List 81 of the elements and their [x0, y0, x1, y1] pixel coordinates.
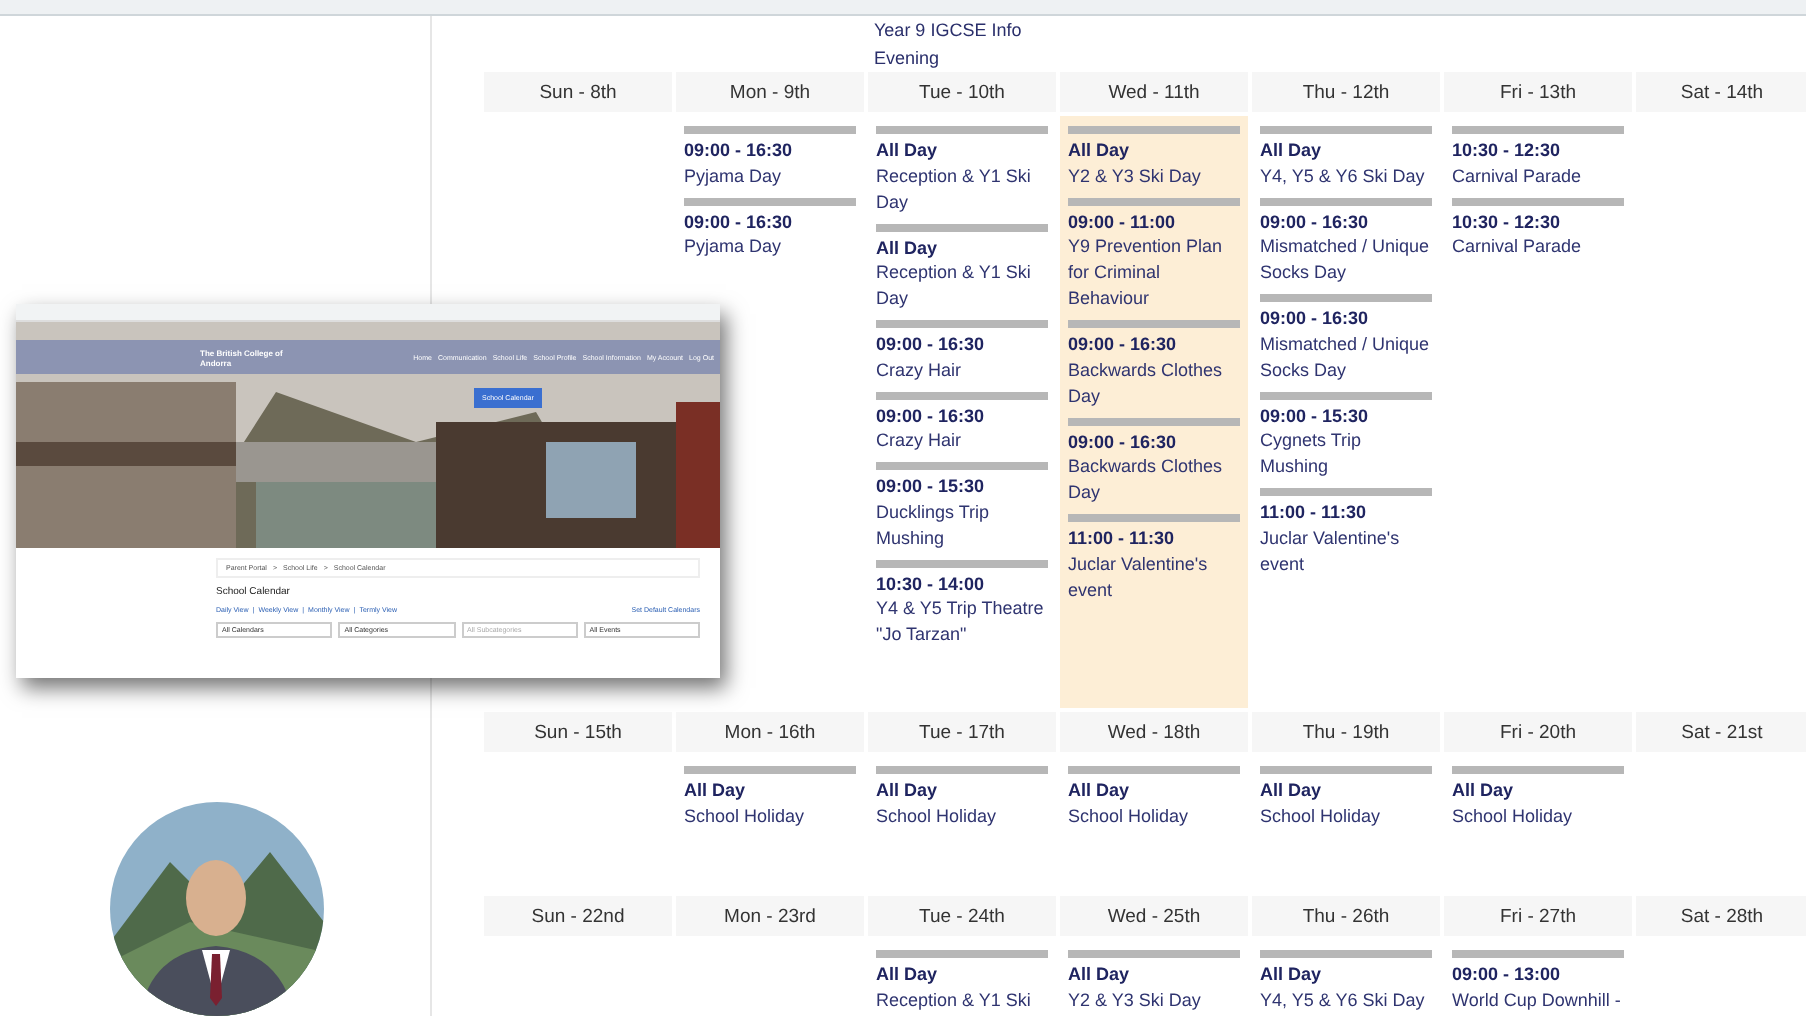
- event-title[interactable]: School Holiday: [684, 803, 856, 829]
- event-time: 11:00 - 11:30: [1260, 500, 1369, 525]
- event-title[interactable]: Mismatched / Unique Socks Day: [1260, 331, 1432, 383]
- event-title[interactable]: Reception & Y1 Ski Day: [876, 163, 1048, 215]
- day-header: Thu - 19th: [1252, 712, 1440, 752]
- day-header: Mon - 9th: [676, 72, 864, 112]
- event-time: 10:30 - 12:30: [1452, 138, 1563, 163]
- event-time: 10:30 - 14:00: [876, 571, 987, 596]
- day-header: Wed - 18th: [1060, 712, 1248, 752]
- event-time: 10:30 - 12:30: [1452, 209, 1563, 234]
- day-header: Sun - 8th: [484, 72, 672, 112]
- event-title[interactable]: School Holiday: [1452, 803, 1624, 829]
- event-title[interactable]: Y4 & Y5 Trip Theatre "Jo Tarzan": [876, 596, 1048, 648]
- day-header: Fri - 13th: [1444, 72, 1632, 112]
- event-time: All Day: [1260, 778, 1324, 803]
- event-title[interactable]: Reception & Y1 Ski Day: [876, 260, 1048, 312]
- day-header: Fri - 27th: [1444, 896, 1632, 936]
- day-header: Sat - 28th: [1636, 896, 1806, 936]
- event-time: 09:00 - 16:30: [1260, 209, 1371, 234]
- event-time: All Day: [876, 962, 940, 987]
- event-title[interactable]: Pyjama Day: [684, 234, 856, 260]
- event-title[interactable]: Y2 & Y3 Ski Day: [1068, 163, 1240, 189]
- event-title[interactable]: Evening: [874, 44, 1806, 72]
- day-header: Tue - 24th: [868, 896, 1056, 936]
- event-time: 11:00 - 11:30: [1068, 526, 1177, 551]
- event-title[interactable]: Backwards Clothes Day: [1068, 454, 1240, 506]
- event-title[interactable]: School Holiday: [876, 803, 1048, 829]
- day-header: Thu - 26th: [1252, 896, 1440, 936]
- event-title[interactable]: Crazy Hair: [876, 357, 1048, 383]
- event-title[interactable]: Y2 & Y3 Ski Day: [1068, 987, 1240, 1013]
- event-title[interactable]: World Cup Downhill -: [1452, 987, 1624, 1013]
- event-title[interactable]: Y9 Prevention Plan for Criminal Behaviour: [1068, 234, 1240, 312]
- event-time: All Day: [1068, 778, 1132, 803]
- event-time: All Day: [876, 138, 940, 163]
- event-time: All Day: [876, 778, 940, 803]
- event-title[interactable]: School Holiday: [1260, 803, 1432, 829]
- event-title[interactable]: Mismatched / Unique Socks Day: [1260, 234, 1432, 286]
- day-header: Tue - 10th: [868, 72, 1056, 112]
- event-title[interactable]: Y4, Y5 & Y6 Ski Day: [1260, 163, 1432, 189]
- event-time: 09:00 - 15:30: [1260, 403, 1371, 428]
- event-title[interactable]: Reception & Y1 Ski: [876, 987, 1048, 1013]
- event-title[interactable]: Cygnets Trip Mushing: [1260, 428, 1432, 480]
- event-time: 09:00 - 16:30: [684, 138, 795, 163]
- day-header: Wed - 11th: [1060, 72, 1248, 112]
- event-time: 09:00 - 11:00: [1068, 209, 1178, 234]
- event-title[interactable]: Year 9 IGCSE Info: [874, 16, 1806, 44]
- event-time: All Day: [1260, 138, 1324, 163]
- event-title[interactable]: Carnival Parade: [1452, 234, 1624, 260]
- day-header: Mon - 23rd: [676, 896, 864, 936]
- event-title[interactable]: Ducklings Trip Mushing: [876, 499, 1048, 551]
- event-time: All Day: [1068, 138, 1132, 163]
- event-title[interactable]: Y4, Y5 & Y6 Ski Day: [1260, 987, 1432, 1013]
- event-title[interactable]: Crazy Hair: [876, 428, 1048, 454]
- event-time: All Day: [1260, 962, 1324, 987]
- day-header: Tue - 17th: [868, 712, 1056, 752]
- event-time: All Day: [876, 235, 940, 260]
- event-title[interactable]: Juclar Valentine's event: [1260, 525, 1432, 577]
- event-time: 09:00 - 16:30: [876, 332, 987, 357]
- event-time: 09:00 - 13:00: [1452, 962, 1563, 987]
- event-title[interactable]: Juclar Valentine's event: [1068, 551, 1240, 603]
- day-header: Sun - 22nd: [484, 896, 672, 936]
- day-header: Thu - 12th: [1252, 72, 1440, 112]
- day-header: Fri - 20th: [1444, 712, 1632, 752]
- event-time: All Day: [1068, 962, 1132, 987]
- event-title[interactable]: Carnival Parade: [1452, 163, 1624, 189]
- day-header: Sat - 21st: [1636, 712, 1806, 752]
- event-time: All Day: [684, 778, 748, 803]
- event-time: 09:00 - 15:30: [876, 474, 987, 499]
- event-time: All Day: [1452, 778, 1516, 803]
- event-time: 09:00 - 16:30: [876, 403, 987, 428]
- day-header: Sat - 14th: [1636, 72, 1806, 112]
- day-header: Wed - 25th: [1060, 896, 1248, 936]
- event-time: 09:00 - 16:30: [1260, 306, 1371, 331]
- event-time: 09:00 - 16:30: [684, 209, 795, 234]
- event-title[interactable]: Pyjama Day: [684, 163, 856, 189]
- day-header: Mon - 16th: [676, 712, 864, 752]
- event-title[interactable]: Backwards Clothes Day: [1068, 357, 1240, 409]
- day-header: Sun - 15th: [484, 712, 672, 752]
- event-title[interactable]: School Holiday: [1068, 803, 1240, 829]
- event-time: 09:00 - 16:30: [1068, 332, 1179, 357]
- event-time: 09:00 - 16:30: [1068, 429, 1179, 454]
